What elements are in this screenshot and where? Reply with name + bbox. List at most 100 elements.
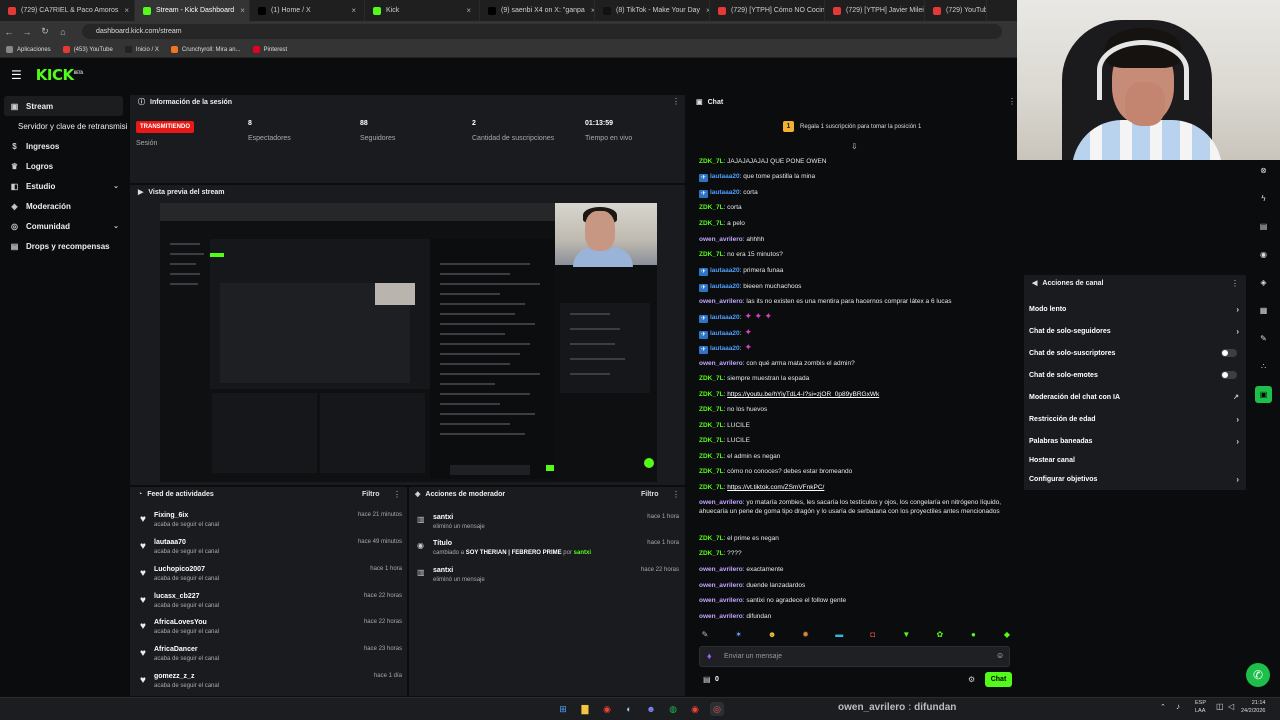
chat-username[interactable]: ZDK_7L [699, 158, 724, 165]
chat-username[interactable]: ZDK_7L [699, 391, 724, 398]
browser-tab[interactable]: (729) [YTPH] Cómo NO Cocin× [710, 0, 825, 21]
tab-close-icon[interactable]: × [460, 6, 471, 15]
discord-icon[interactable]: ☻ [644, 702, 658, 716]
feed-username[interactable]: AfricaDancer [154, 646, 198, 653]
browser-tab[interactable]: (9) saenbi X4 on X: "ganpa× [480, 0, 595, 21]
tab-close-icon[interactable]: × [118, 6, 129, 15]
tray-mic-icon[interactable]: ♪ [1176, 702, 1180, 711]
chat-settings-icon[interactable]: ⚙ [968, 675, 975, 684]
sidebar-item-trophy[interactable]: ♛ Logros [0, 156, 127, 176]
gift-sub-banner[interactable]: 1 Regala 1 suscripción para tomar la pos… [783, 121, 921, 132]
back-icon[interactable]: ← [0, 27, 18, 37]
steam-icon[interactable]: ◐ [622, 702, 636, 716]
chat-username[interactable]: ZDK_7L [699, 550, 724, 557]
chat-username[interactable]: ZDK_7L [699, 251, 724, 258]
rail-dots-icon[interactable]: ∴ [1255, 358, 1272, 375]
chat-username[interactable]: owen_avrilero [699, 597, 743, 604]
bookmark-item[interactable]: Aplicaciones [6, 46, 51, 53]
emote-5-icon[interactable]: ▬ [833, 629, 845, 640]
chat-send-button[interactable]: Chat [985, 672, 1012, 687]
emote-4-icon[interactable]: ✹ [800, 629, 812, 640]
feed-username[interactable]: AfricaLovesYou [154, 619, 207, 626]
channel-action-row[interactable]: Restricción de edad › [1029, 415, 1241, 424]
chat-username[interactable]: lautaaa20 [710, 345, 740, 352]
tab-close-icon[interactable]: × [234, 6, 245, 15]
browser-tab[interactable]: Stream - Kick Dashboard × [135, 0, 250, 21]
pin-icon[interactable]: ⇩ [851, 142, 858, 151]
chat-username[interactable]: owen_avrilero [699, 582, 743, 589]
emote-7-icon[interactable]: ▼ [900, 629, 912, 640]
bookmark-item[interactable]: (453) YouTube [62, 46, 113, 53]
mod-row-name[interactable]: santxi [433, 567, 453, 574]
feed-username[interactable]: gomezz_z_z [154, 673, 194, 680]
mod-menu-icon[interactable]: ⋮ [672, 490, 680, 499]
channel-action-row[interactable]: Chat de solo-suscriptores [1029, 349, 1241, 357]
chat-link[interactable]: https://youtu.be/hYiyTdL4-I?si=zjOR_0p89… [727, 391, 879, 398]
sidebar-item-studio[interactable]: ◧ Estudio ⌄ [0, 176, 127, 196]
emote-3-icon[interactable]: ☻ [766, 629, 778, 640]
chat-username[interactable]: lautaaa20 [710, 173, 740, 180]
session-menu-icon[interactable]: ⋮ [672, 97, 680, 106]
channel-action-row[interactable]: Palabras baneadas › [1029, 437, 1241, 446]
bookmark-item[interactable]: Inicio / X [124, 46, 159, 53]
chat-username[interactable]: owen_avrilero [699, 360, 743, 367]
spotify-icon[interactable]: ◍ [666, 702, 680, 716]
chat-username[interactable]: ZDK_7L [699, 220, 724, 227]
tray-up-icon[interactable]: ⌃ [1160, 703, 1166, 711]
chat-input[interactable]: Enviar un mensaje [699, 646, 1010, 667]
chrome-2-icon[interactable]: ◉ [688, 702, 702, 716]
emote-2-icon[interactable]: ✶ [733, 629, 745, 640]
rail-tool-icon[interactable]: ✎ [1255, 330, 1272, 347]
channel-action-row[interactable]: Moderación del chat con IA ↗ [1029, 394, 1241, 401]
rail-chat-icon[interactable]: ◉ [1255, 246, 1272, 263]
chat-username[interactable]: owen_avrilero [699, 236, 743, 243]
emote-9-icon[interactable]: ● [967, 629, 979, 640]
reload-icon[interactable]: ↻ [36, 26, 54, 37]
rail-layout-icon[interactable]: ▦ [1255, 302, 1272, 319]
browser-tab[interactable]: (729) [YTPH] Javier Milei tiene× [825, 0, 925, 21]
sidebar-item-stream[interactable]: ▣ Stream [4, 96, 123, 116]
emote-picker-icon[interactable]: ♦ [707, 651, 712, 661]
emote-10-icon[interactable]: ◆ [1001, 629, 1013, 640]
mod-row-name[interactable]: Título [433, 540, 452, 547]
rail-shield-icon[interactable]: ◈ [1255, 274, 1272, 291]
chat-username[interactable]: ZDK_7L [699, 204, 724, 211]
chat-username[interactable]: owen_avrilero [699, 499, 743, 506]
chat-username[interactable]: ZDK_7L [699, 468, 724, 475]
rail-add-icon[interactable]: ▣ [1255, 386, 1272, 403]
mod-filter-button[interactable]: Filtro [641, 491, 659, 498]
channel-actions-menu-icon[interactable]: ⋮ [1231, 279, 1239, 288]
channel-action-row[interactable]: Chat de solo-seguidores › [1029, 327, 1241, 336]
browser-tab[interactable]: (729) YouTube× [925, 0, 987, 21]
emote-1-icon[interactable]: ✎ [699, 629, 711, 640]
chat-username[interactable]: lautaaa20 [710, 314, 740, 321]
chat-username[interactable]: ZDK_7L [699, 535, 724, 542]
browser-tab[interactable]: Kick × [365, 0, 480, 21]
tab-close-icon[interactable]: × [700, 6, 709, 15]
browser-tab[interactable]: (1) Home / X × [250, 0, 365, 21]
stream-preview-video[interactable] [160, 203, 657, 482]
hamburger-menu-icon[interactable]: ☰ [11, 68, 22, 82]
tab-close-icon[interactable]: × [585, 6, 594, 15]
feed-username[interactable]: lautaaa70 [154, 539, 186, 546]
emote-6-icon[interactable]: ◘ [867, 629, 879, 640]
tab-close-icon[interactable]: × [345, 6, 356, 15]
sidebar-item-dollar[interactable]: $ Ingresos [0, 136, 127, 156]
obs-icon[interactable]: ◎ [710, 702, 724, 716]
browser-tab[interactable]: (729) CA7RIEL & Paco Amoros × [0, 0, 135, 21]
feed-username[interactable]: Fixing_6ix [154, 512, 188, 519]
mod-detail-user[interactable]: santxi [574, 550, 591, 556]
chat-username[interactable]: lautaaa20 [710, 283, 740, 290]
chat-username[interactable]: lautaaa20 [710, 189, 740, 196]
chat-menu-icon[interactable]: ⋮ [1008, 97, 1016, 106]
sidebar-item-community[interactable]: ◎ Comunidad ⌄ [0, 216, 127, 236]
chat-username[interactable]: owen_avrilero [699, 566, 743, 573]
feed-username[interactable]: Luchopico2007 [154, 566, 205, 573]
file-explorer-icon[interactable]: ▇ [578, 702, 592, 716]
kick-logo[interactable]: KICKBETA [36, 66, 84, 84]
browser-tab[interactable]: (8) TikTok - Make Your Day× [595, 0, 710, 21]
toggle-switch[interactable] [1221, 371, 1237, 379]
activity-filter-button[interactable]: Filtro [362, 491, 380, 498]
chat-link[interactable]: https://vt.tiktok.com/ZSmVFnkPC/ [727, 484, 824, 491]
chat-username[interactable]: ZDK_7L [699, 406, 724, 413]
